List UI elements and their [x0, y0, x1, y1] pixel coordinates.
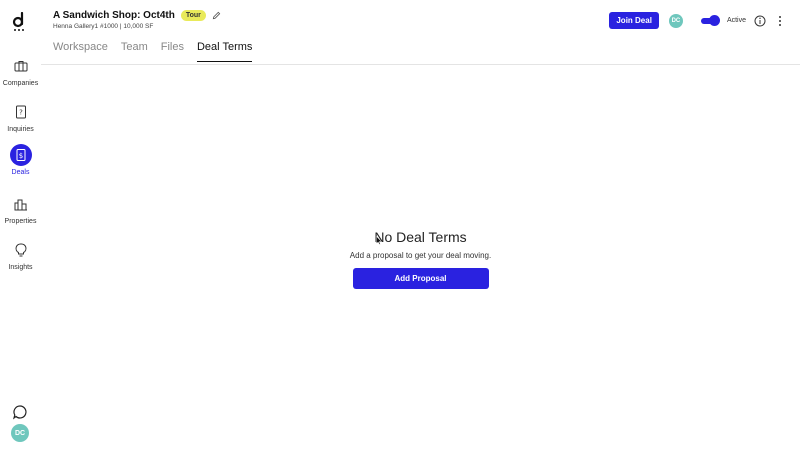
sidebar-item-label: Companies: [2, 80, 39, 87]
pencil-icon[interactable]: [212, 11, 221, 20]
deal-header: A Sandwich Shop: Oct4th Tour Henna Galle…: [41, 0, 800, 65]
sidebar-item-properties[interactable]: Properties: [0, 193, 41, 225]
deals-icon: $: [9, 144, 32, 166]
empty-state-title: No Deal Terms: [374, 229, 467, 245]
page-title: A Sandwich Shop: Oct4th: [53, 10, 175, 21]
tab-bar: Workspace Team Files Deal Terms: [53, 41, 253, 62]
sidebar-item-label: Deals: [11, 169, 30, 176]
empty-state-subtitle: Add a proposal to get your deal moving.: [349, 251, 492, 260]
info-icon[interactable]: [754, 15, 766, 27]
tab-workspace[interactable]: Workspace: [53, 41, 108, 62]
join-deal-button[interactable]: Join Deal: [609, 12, 659, 29]
cursor-icon: [376, 236, 382, 245]
svg-text:?: ?: [19, 109, 23, 117]
active-toggle[interactable]: [700, 14, 720, 26]
briefcase-icon: [10, 55, 32, 77]
title-row: A Sandwich Shop: Oct4th Tour: [53, 10, 221, 21]
tab-files[interactable]: Files: [161, 41, 184, 62]
status-badge: Tour: [180, 10, 206, 21]
toggle-label: Active: [726, 17, 746, 24]
avatar[interactable]: DC: [668, 13, 683, 28]
sidebar: Companies ? Inquiries $ Deals Properties: [0, 0, 41, 455]
sidebar-item-companies[interactable]: Companies: [0, 55, 41, 87]
buildings-icon: [10, 193, 32, 215]
inquiry-icon: ?: [10, 101, 32, 123]
avatar[interactable]: DC: [11, 424, 29, 442]
svg-text:$: $: [18, 152, 22, 160]
add-proposal-button[interactable]: Add Proposal: [352, 268, 489, 289]
sidebar-item-inquiries[interactable]: ? Inquiries: [0, 101, 41, 133]
header-actions: Join Deal DC Active: [609, 12, 786, 29]
sidebar-item-label: Insights: [8, 264, 33, 271]
sidebar-item-deals[interactable]: $ Deals: [0, 144, 41, 176]
more-icon[interactable]: [774, 15, 786, 27]
chat-icon[interactable]: [12, 404, 28, 420]
sidebar-item-label: Properties: [4, 218, 37, 225]
lightbulb-icon: [10, 239, 32, 261]
tab-team[interactable]: Team: [121, 41, 148, 62]
empty-state: No Deal Terms Add a proposal to get your…: [41, 229, 800, 289]
logo-icon[interactable]: [11, 12, 29, 32]
sidebar-item-insights[interactable]: Insights: [0, 239, 41, 271]
sidebar-item-label: Inquiries: [7, 126, 34, 133]
deal-subtitle: Henna Gallery1 #1000 | 10,000 SF: [53, 23, 154, 30]
tab-deal-terms[interactable]: Deal Terms: [196, 41, 253, 62]
